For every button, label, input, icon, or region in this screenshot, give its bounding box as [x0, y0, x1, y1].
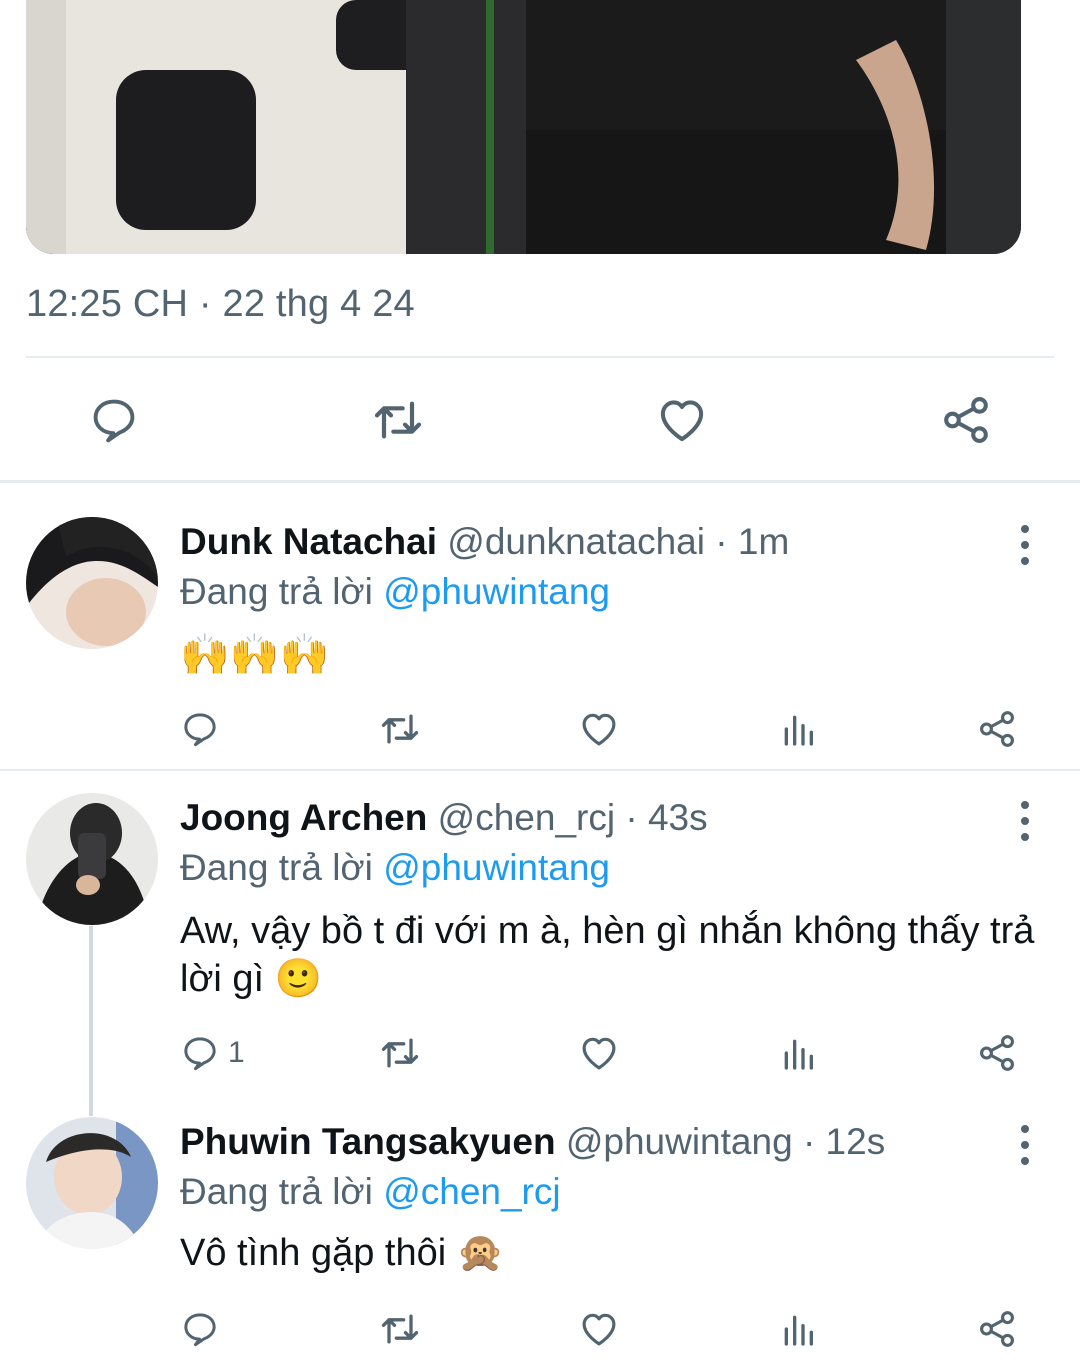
- display-name[interactable]: Phuwin Tangsakyuen: [180, 1121, 556, 1162]
- analytics-icon: [784, 1039, 813, 1070]
- like-button[interactable]: [654, 392, 710, 448]
- reply-icon: [184, 1313, 216, 1347]
- views-button[interactable]: [778, 1307, 818, 1351]
- display-name[interactable]: Joong Archen: [180, 797, 427, 838]
- analytics-icon: [784, 1315, 813, 1346]
- reply-header: Dunk Natachai @dunknatachai · 1m: [180, 521, 789, 563]
- tweet-photo[interactable]: [26, 0, 1021, 254]
- reply-button[interactable]: [180, 1307, 228, 1351]
- username[interactable]: @chen_rcj: [438, 797, 615, 838]
- reply-count: 1: [228, 1036, 245, 1069]
- photo-image: [26, 0, 1021, 254]
- heart-icon: [582, 713, 616, 746]
- like-button[interactable]: [578, 1307, 620, 1351]
- reply-action-bar: 1: [0, 1031, 1080, 1079]
- replying-to: Đang trả lời @phuwintang: [180, 571, 610, 613]
- replying-to-mention[interactable]: @chen_rcj: [383, 1171, 560, 1212]
- retweet-button[interactable]: [378, 1031, 422, 1075]
- heart-icon: [582, 1313, 616, 1346]
- share-icon: [980, 1035, 1014, 1071]
- share-icon: [980, 1311, 1014, 1347]
- reply-tweet[interactable]: Joong Archen @chen_rcj · 43s Đang trả lờ…: [0, 771, 1080, 1101]
- reply-button[interactable]: [86, 392, 142, 448]
- display-name[interactable]: Dunk Natachai: [180, 521, 437, 562]
- reply-text: Aw, vậy bồ t đi với m à, hèn gì nhắn khô…: [180, 910, 1035, 1000]
- divider: [26, 356, 1054, 358]
- replying-to-mention[interactable]: @phuwintang: [383, 571, 610, 612]
- retweet-button[interactable]: [370, 392, 426, 448]
- tweet-timestamp: 12:25 CH · 22 thg 4 24: [26, 283, 415, 325]
- more-options-button[interactable]: [1010, 525, 1040, 565]
- replying-to: Đang trả lời @chen_rcj: [180, 1171, 561, 1213]
- views-button[interactable]: [778, 707, 818, 751]
- reply-header: Phuwin Tangsakyuen @phuwintang · 12s: [180, 1121, 885, 1163]
- avatar[interactable]: [26, 1117, 158, 1249]
- heart-icon: [582, 1037, 616, 1070]
- share-button[interactable]: [976, 1031, 1018, 1075]
- reply-action-bar: [0, 1307, 1080, 1355]
- relative-time: · 1m: [715, 521, 790, 562]
- relative-time: · 43s: [625, 797, 708, 838]
- tweet-action-bar: [0, 380, 1080, 460]
- reply-tweet[interactable]: Dunk Natachai @dunknatachai · 1m Đang tr…: [0, 483, 1080, 769]
- analytics-icon: [784, 715, 813, 746]
- reply-tweet[interactable]: Phuwin Tangsakyuen @phuwintang · 12s Đan…: [0, 1101, 1080, 1363]
- retweet-icon: [374, 401, 422, 439]
- reply-header: Joong Archen @chen_rcj · 43s: [180, 797, 708, 839]
- share-icon: [980, 711, 1014, 747]
- avatar[interactable]: [26, 793, 158, 925]
- share-icon: [944, 397, 988, 443]
- retweet-icon: [381, 1314, 419, 1344]
- reply-action-bar: [0, 707, 1080, 755]
- reply-icon: [184, 1037, 216, 1071]
- replying-to-mention[interactable]: @phuwintang: [383, 847, 610, 888]
- retweet-icon: [381, 1038, 419, 1068]
- reply-text: 🙌🙌🙌: [180, 632, 330, 678]
- replying-to-label: Đang trả lời: [180, 1171, 373, 1212]
- share-button[interactable]: [976, 1307, 1018, 1351]
- like-button[interactable]: [578, 1031, 620, 1075]
- relative-time: · 12s: [802, 1121, 886, 1162]
- share-button[interactable]: [938, 392, 994, 448]
- replying-to-label: Đang trả lời: [180, 571, 373, 612]
- reply-icon: [93, 399, 135, 443]
- retweet-icon: [381, 714, 419, 744]
- reply-button[interactable]: 1: [180, 1031, 245, 1075]
- retweet-button[interactable]: [378, 707, 422, 751]
- retweet-button[interactable]: [378, 1307, 422, 1351]
- replying-to: Đang trả lời @phuwintang: [180, 847, 610, 889]
- username[interactable]: @dunknatachai: [447, 521, 705, 562]
- like-button[interactable]: [578, 707, 620, 751]
- views-button[interactable]: [778, 1031, 818, 1075]
- reply-text: Vô tình gặp thôi 🙊: [180, 1232, 505, 1274]
- reply-icon: [184, 713, 216, 747]
- heart-icon: [660, 400, 704, 442]
- share-button[interactable]: [976, 707, 1018, 751]
- username[interactable]: @phuwintang: [566, 1121, 793, 1162]
- more-options-button[interactable]: [1010, 1125, 1040, 1165]
- reply-button[interactable]: [180, 707, 228, 751]
- replying-to-label: Đang trả lời: [180, 847, 373, 888]
- avatar[interactable]: [26, 517, 158, 649]
- more-options-button[interactable]: [1010, 801, 1040, 841]
